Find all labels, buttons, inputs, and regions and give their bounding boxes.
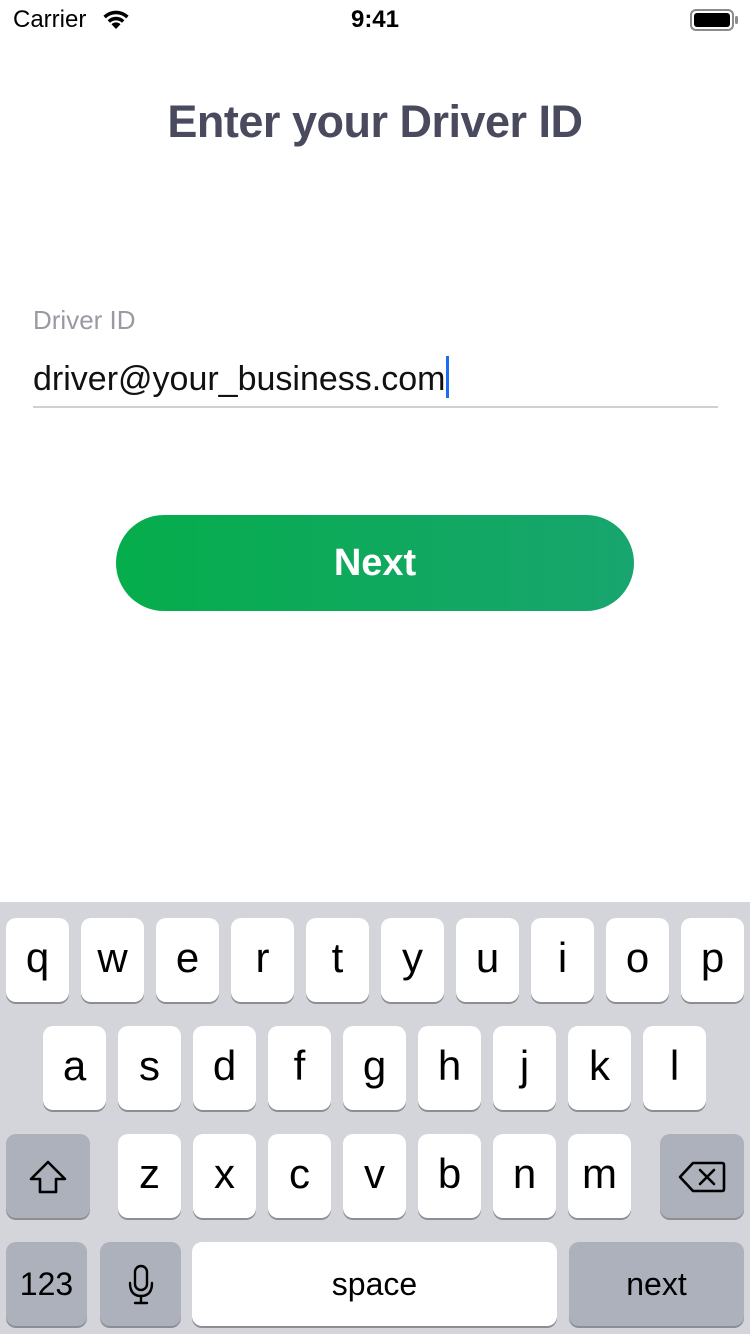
key-f[interactable]: f	[268, 1026, 331, 1110]
screen: Carrier 9:41 Enter your Driver ID Driver…	[0, 0, 750, 1334]
dictation-key[interactable]	[100, 1242, 181, 1326]
key-w[interactable]: w	[81, 918, 144, 1002]
key-z[interactable]: z	[118, 1134, 181, 1218]
key-e[interactable]: e	[156, 918, 219, 1002]
battery-icon	[690, 9, 738, 31]
driver-id-value: driver@your_business.com	[33, 360, 446, 398]
key-k[interactable]: k	[568, 1026, 631, 1110]
keyboard: q w e r t y u i o p a s d f g h j k l z …	[0, 902, 750, 1334]
key-o[interactable]: o	[606, 918, 669, 1002]
driver-id-field[interactable]: driver@your_business.com	[33, 348, 718, 408]
driver-id-label: Driver ID	[33, 305, 136, 335]
key-h[interactable]: h	[418, 1026, 481, 1110]
key-j[interactable]: j	[493, 1026, 556, 1110]
key-u[interactable]: u	[456, 918, 519, 1002]
delete-key[interactable]	[660, 1134, 744, 1218]
shift-key[interactable]	[6, 1134, 90, 1218]
key-t[interactable]: t	[306, 918, 369, 1002]
key-d[interactable]: d	[193, 1026, 256, 1110]
key-g[interactable]: g	[343, 1026, 406, 1110]
space-key[interactable]: space	[192, 1242, 557, 1326]
status-bar: Carrier 9:41	[0, 0, 750, 40]
page-title: Enter your Driver ID	[167, 96, 583, 147]
next-button[interactable]: Next	[116, 515, 634, 611]
key-m[interactable]: m	[568, 1134, 631, 1218]
key-s[interactable]: s	[118, 1026, 181, 1110]
key-q[interactable]: q	[6, 918, 69, 1002]
key-i[interactable]: i	[531, 918, 594, 1002]
key-p[interactable]: p	[681, 918, 744, 1002]
status-time: 9:41	[350, 6, 400, 33]
driver-id-value-wrapper: driver@your_business.com	[33, 356, 450, 399]
key-a[interactable]: a	[43, 1026, 106, 1110]
numbers-key[interactable]: 123	[6, 1242, 87, 1326]
return-key[interactable]: next	[569, 1242, 744, 1326]
delete-icon	[678, 1161, 726, 1193]
microphone-icon	[128, 1264, 153, 1305]
key-n[interactable]: n	[493, 1134, 556, 1218]
shift-icon	[29, 1160, 67, 1194]
key-x[interactable]: x	[193, 1134, 256, 1218]
key-b[interactable]: b	[418, 1134, 481, 1218]
key-l[interactable]: l	[643, 1026, 706, 1110]
key-c[interactable]: c	[268, 1134, 331, 1218]
key-y[interactable]: y	[381, 918, 444, 1002]
text-caret	[446, 356, 450, 398]
key-v[interactable]: v	[343, 1134, 406, 1218]
key-r[interactable]: r	[231, 918, 294, 1002]
